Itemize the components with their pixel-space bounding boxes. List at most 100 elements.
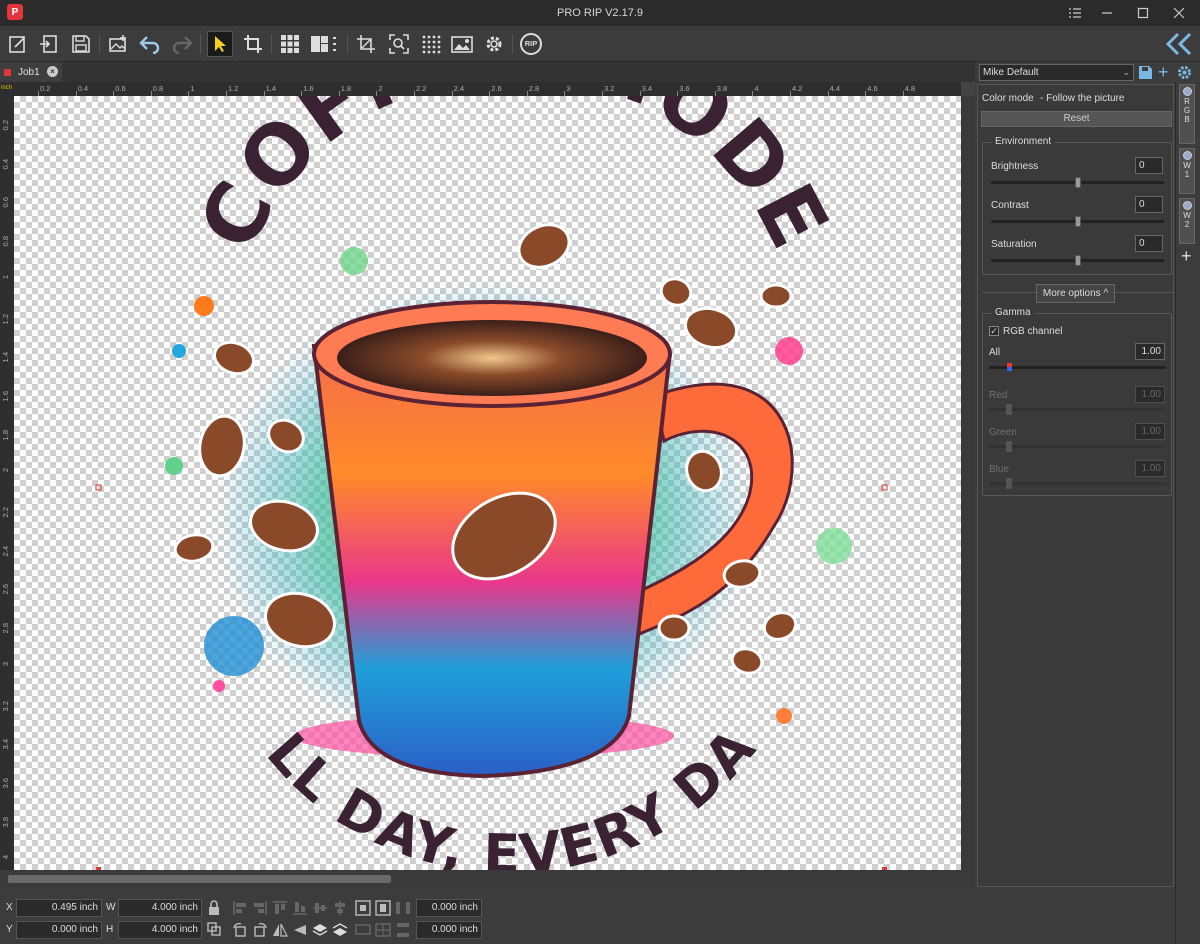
vertical-scrollbar[interactable] xyxy=(961,96,975,870)
maximize-icon[interactable] xyxy=(1125,0,1161,26)
fit-icon[interactable] xyxy=(353,31,379,57)
ruler-tick-label: 1.8 xyxy=(1,429,10,441)
gamma-blue-slider[interactable] xyxy=(989,478,1166,489)
gamma-green-slider[interactable] xyxy=(989,441,1166,452)
slider-thumb[interactable] xyxy=(1075,177,1081,188)
ruler-tick-label: 0.6 xyxy=(115,84,126,93)
width-field[interactable]: 4.000 inch xyxy=(118,899,202,917)
zoom-fit-icon[interactable] xyxy=(386,31,412,57)
grid-icon[interactable] xyxy=(277,31,303,57)
reset-button[interactable]: Reset xyxy=(981,111,1172,127)
ruler-tick-label: 0.2 xyxy=(40,84,51,93)
align-center-v-icon[interactable] xyxy=(312,900,328,916)
x-field[interactable]: 0.495 inch xyxy=(16,899,102,917)
gamma-all-slider[interactable] xyxy=(989,363,1166,371)
ruler-tick-label: 0.6 xyxy=(1,197,10,208)
contrast-slider[interactable] xyxy=(991,216,1164,227)
undo-icon[interactable] xyxy=(137,31,163,57)
tab-rgb[interactable]: RGB xyxy=(1179,84,1195,144)
contrast-input[interactable]: 0 xyxy=(1135,196,1163,213)
import-icon[interactable] xyxy=(36,31,62,57)
scrollbar-thumb[interactable] xyxy=(8,875,391,883)
title-bar: P PRO RIP V2.17.9 xyxy=(0,0,1200,26)
slider-thumb[interactable] xyxy=(1006,404,1012,415)
save-icon[interactable] xyxy=(68,31,94,57)
gamma-red-input[interactable]: 1.00 xyxy=(1135,386,1165,403)
ruler-tick-label: 3.4 xyxy=(1,739,10,750)
rgb-channel-checkbox[interactable]: ✓ xyxy=(989,326,999,336)
gamma-green-input[interactable]: 1.00 xyxy=(1135,423,1165,440)
add-image-icon[interactable] xyxy=(105,31,131,57)
minimize-icon[interactable] xyxy=(1089,0,1125,26)
rotate-right-icon[interactable] xyxy=(252,922,268,938)
brightness-slider[interactable] xyxy=(991,177,1164,188)
settings-gear-icon[interactable] xyxy=(481,31,507,57)
align-center-h-icon[interactable] xyxy=(332,900,348,916)
gamma-blue-input[interactable]: 1.00 xyxy=(1135,460,1165,477)
tab-close-icon[interactable]: × xyxy=(47,66,58,77)
slider-thumb[interactable] xyxy=(1006,441,1012,452)
rip-button[interactable]: RIP xyxy=(518,31,544,57)
align-left-icon[interactable] xyxy=(232,900,248,916)
menu-icon[interactable] xyxy=(1057,0,1093,26)
x-label: X xyxy=(6,902,13,913)
grid-layer-icon[interactable] xyxy=(375,922,391,938)
slider-thumb[interactable] xyxy=(1006,478,1012,489)
slider-thumb[interactable] xyxy=(1075,255,1081,266)
flip-horizontal-icon[interactable] xyxy=(272,922,288,938)
layer-icon[interactable] xyxy=(355,922,371,938)
center-horizontal-icon[interactable] xyxy=(355,900,371,916)
slider-thumb[interactable] xyxy=(1075,216,1081,227)
new-job-icon[interactable] xyxy=(5,31,31,57)
distribute-icon[interactable] xyxy=(395,900,411,916)
ruler-tick-label: 2.6 xyxy=(491,84,502,93)
center-vertical-icon[interactable] xyxy=(375,900,391,916)
align-top-icon[interactable] xyxy=(272,900,288,916)
close-icon[interactable] xyxy=(1161,0,1197,26)
offset-y-field[interactable]: 0.000 inch xyxy=(416,921,482,939)
add-channel-icon[interactable]: + xyxy=(1181,246,1192,267)
distribute-vertical-icon[interactable] xyxy=(395,922,411,938)
height-field[interactable]: 4.000 inch xyxy=(118,921,202,939)
preset-settings-icon[interactable] xyxy=(1177,65,1192,83)
print-page[interactable]: COFFEE MODE ALL DAY, EVERY DAY xyxy=(14,96,961,870)
gamma-green-label: Green xyxy=(989,427,1017,438)
select-arrow-icon[interactable] xyxy=(207,31,233,57)
save-preset-icon[interactable] xyxy=(1138,65,1153,83)
bring-front-icon[interactable] xyxy=(312,922,328,938)
tab-job1[interactable]: Job1 × xyxy=(0,62,62,82)
gamma-all-input[interactable]: 1.00 xyxy=(1135,343,1165,360)
align-bottom-icon[interactable] xyxy=(292,900,308,916)
send-back-icon[interactable] xyxy=(332,922,348,938)
tab-w2[interactable]: W2 xyxy=(1179,198,1195,244)
gamma-red-slider[interactable] xyxy=(989,404,1166,415)
preset-select[interactable]: Mike Default ⌄ xyxy=(979,64,1134,81)
tab-w1[interactable]: W1 xyxy=(1179,148,1195,194)
image-adjust-icon[interactable] xyxy=(449,31,475,57)
saturation-label: Saturation xyxy=(991,239,1037,250)
align-right-icon[interactable] xyxy=(252,900,268,916)
rotate-left-icon[interactable] xyxy=(232,922,248,938)
lock-icon[interactable] xyxy=(207,900,223,916)
gamma-group: Gamma ✓ RGB channel All 1.00 Red 1.00 Gr… xyxy=(982,307,1172,496)
duplicate-icon[interactable] xyxy=(207,922,223,938)
brightness-input[interactable]: 0 xyxy=(1135,157,1163,174)
dots-grid-icon[interactable] xyxy=(418,31,444,57)
rip-icon: RIP xyxy=(520,33,542,55)
horizontal-scrollbar[interactable] xyxy=(0,870,975,888)
layout-icon[interactable] xyxy=(308,31,342,57)
redo-icon[interactable] xyxy=(169,31,195,57)
saturation-input[interactable]: 0 xyxy=(1135,235,1163,252)
more-options-button[interactable]: More options ^ xyxy=(1036,284,1115,303)
ruler-tick-label: 0.2 xyxy=(1,120,10,131)
ruler-tick-label: 2.2 xyxy=(416,84,427,93)
offset-x-field[interactable]: 0.000 inch xyxy=(416,899,482,917)
flip-vertical-icon[interactable] xyxy=(292,922,308,938)
preset-value: Mike Default xyxy=(983,67,1039,78)
crop-icon[interactable] xyxy=(240,31,266,57)
collapse-panel-icon[interactable] xyxy=(1163,29,1195,59)
add-preset-icon[interactable]: + xyxy=(1158,63,1169,81)
artwork[interactable]: COFFEE MODE ALL DAY, EVERY DAY xyxy=(14,96,961,870)
y-field[interactable]: 0.000 inch xyxy=(16,921,102,939)
saturation-slider[interactable] xyxy=(991,255,1164,266)
